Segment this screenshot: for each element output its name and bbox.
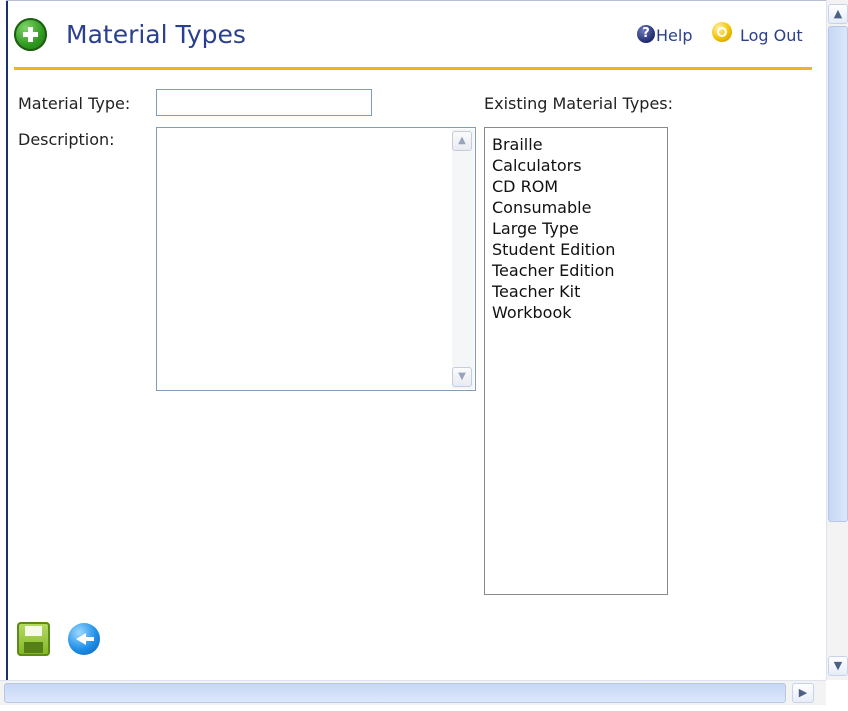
back-arrow-shaft — [85, 637, 94, 641]
back-icon[interactable] — [68, 623, 100, 655]
list-item[interactable]: Calculators — [492, 155, 660, 176]
help-link[interactable]: Help — [656, 26, 692, 45]
list-item[interactable]: Consumable — [492, 197, 660, 218]
header-divider — [14, 67, 812, 70]
list-item[interactable]: Teacher Kit — [492, 281, 660, 302]
list-item[interactable]: Braille — [492, 134, 660, 155]
list-item[interactable]: Workbook — [492, 302, 660, 323]
page-title: Material Types — [66, 20, 246, 49]
list-item[interactable]: Student Edition — [492, 239, 660, 260]
scroll-down-button[interactable]: ▼ — [828, 656, 848, 676]
logout-link[interactable]: Log Out — [740, 26, 803, 45]
add-icon — [14, 18, 47, 51]
page-top-border — [6, 0, 826, 1]
logout-icon[interactable] — [712, 22, 732, 42]
description-scroll-up-button[interactable]: ▲ — [452, 131, 472, 151]
existing-material-types-label: Existing Material Types: — [484, 94, 674, 113]
list-item[interactable]: Large Type — [492, 218, 660, 239]
description-textarea[interactable] — [156, 127, 476, 391]
save-icon[interactable] — [17, 622, 50, 656]
page-left-border — [6, 0, 8, 680]
horizontal-scroll-thumb[interactable] — [4, 683, 786, 703]
material-type-input[interactable] — [156, 89, 372, 116]
existing-material-types-list[interactable]: Braille Calculators CD ROM Consumable La… — [484, 127, 668, 595]
list-item[interactable]: Teacher Edition — [492, 260, 660, 281]
scroll-right-button[interactable]: ▶ — [792, 683, 814, 703]
help-icon[interactable]: ? — [637, 25, 655, 43]
scroll-up-button[interactable]: ▲ — [828, 4, 848, 24]
list-item[interactable]: CD ROM — [492, 176, 660, 197]
description-label: Description: — [18, 130, 115, 149]
vertical-scrollbar[interactable]: ▲ ▼ — [826, 0, 848, 680]
horizontal-scrollbar[interactable]: ▶ — [0, 680, 826, 705]
material-type-label: Material Type: — [18, 94, 131, 113]
description-scroll-down-button[interactable]: ▼ — [452, 367, 472, 387]
vertical-scroll-thumb[interactable] — [828, 26, 848, 522]
description-scrollbar[interactable]: ▲ ▼ — [452, 129, 474, 389]
